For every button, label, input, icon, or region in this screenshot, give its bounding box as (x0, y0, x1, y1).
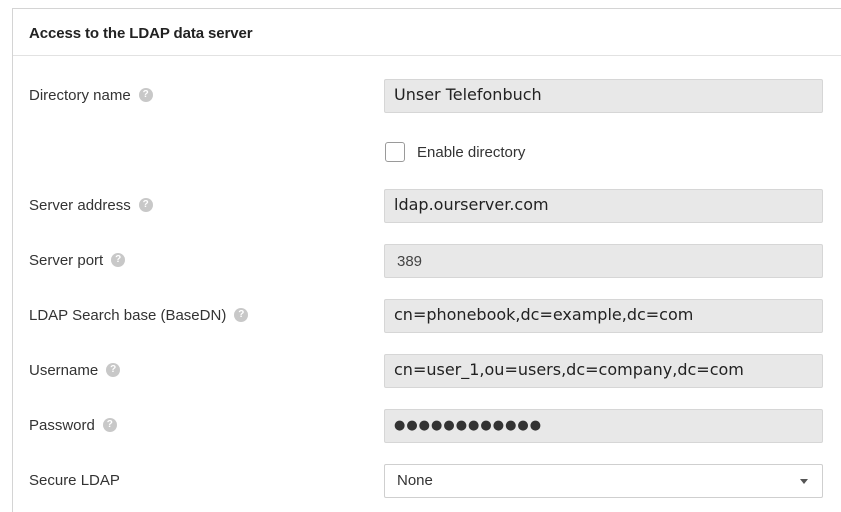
enable-directory-control[interactable]: Enable directory (385, 132, 525, 172)
username-row: Username? cn=user_1,ou=users,dc=company,… (13, 351, 841, 391)
server-address-label-wrap: Server address? (29, 186, 153, 226)
directory-name-row: Directory name? Unser Telefonbuch (13, 76, 841, 116)
enable-directory-row: Enable directory (13, 132, 841, 172)
search-base-field[interactable]: cn=phonebook,dc=example,dc=com (384, 299, 823, 333)
password-label-wrap: Password? (29, 406, 117, 446)
section-title: Access to the LDAP data server (29, 25, 253, 42)
server-address-value: ldap.ourserver.com (394, 195, 549, 214)
enable-directory-checkbox[interactable] (385, 142, 405, 162)
secure-ldap-value: None (397, 472, 433, 489)
help-icon[interactable]: ? (138, 88, 153, 103)
password-row: Password? ●●●●●●●●●●●● (13, 406, 841, 446)
directory-name-label-wrap: Directory name? (29, 76, 153, 116)
password-label: Password (29, 417, 95, 434)
ldap-settings-panel: Access to the LDAP data server Directory… (12, 8, 841, 512)
search-base-label-wrap: LDAP Search base (BaseDN)? (29, 296, 249, 336)
server-address-row: Server address? ldap.ourserver.com (13, 186, 841, 226)
directory-name-value: Unser Telefonbuch (394, 85, 542, 104)
help-icon[interactable]: ? (234, 308, 249, 323)
username-label: Username (29, 362, 99, 379)
server-port-row: Server port? 389 (13, 241, 841, 281)
secure-ldap-row: Secure LDAP None (13, 461, 841, 501)
server-port-label-wrap: Server port? (29, 241, 126, 281)
help-icon[interactable]: ? (138, 198, 153, 213)
help-icon[interactable]: ? (106, 363, 121, 378)
secure-ldap-label-wrap: Secure LDAP (29, 461, 120, 501)
search-base-row: LDAP Search base (BaseDN)? cn=phonebook,… (13, 296, 841, 336)
password-field[interactable]: ●●●●●●●●●●●● (384, 409, 823, 443)
server-port-field[interactable]: 389 (384, 244, 823, 278)
username-label-wrap: Username? (29, 351, 121, 391)
username-value: cn=user_1,ou=users,dc=company,dc=com (394, 360, 744, 379)
password-value: ●●●●●●●●●●●● (394, 418, 543, 433)
panel-header: Access to the LDAP data server (13, 9, 841, 56)
help-icon[interactable]: ? (111, 253, 126, 268)
username-field[interactable]: cn=user_1,ou=users,dc=company,dc=com (384, 354, 823, 388)
secure-ldap-select[interactable]: None (384, 464, 823, 498)
caret-down-icon[interactable] (800, 479, 808, 484)
server-address-field[interactable]: ldap.ourserver.com (384, 189, 823, 223)
directory-name-field[interactable]: Unser Telefonbuch (384, 79, 823, 113)
server-address-label: Server address (29, 197, 131, 214)
search-base-value: cn=phonebook,dc=example,dc=com (394, 305, 694, 324)
server-port-value: 389 (397, 253, 423, 270)
help-icon[interactable]: ? (102, 418, 117, 433)
enable-directory-label[interactable]: Enable directory (417, 144, 525, 161)
server-port-label: Server port (29, 252, 104, 269)
secure-ldap-label: Secure LDAP (29, 472, 120, 489)
search-base-label: LDAP Search base (BaseDN) (29, 307, 227, 324)
directory-name-label: Directory name (29, 87, 131, 104)
